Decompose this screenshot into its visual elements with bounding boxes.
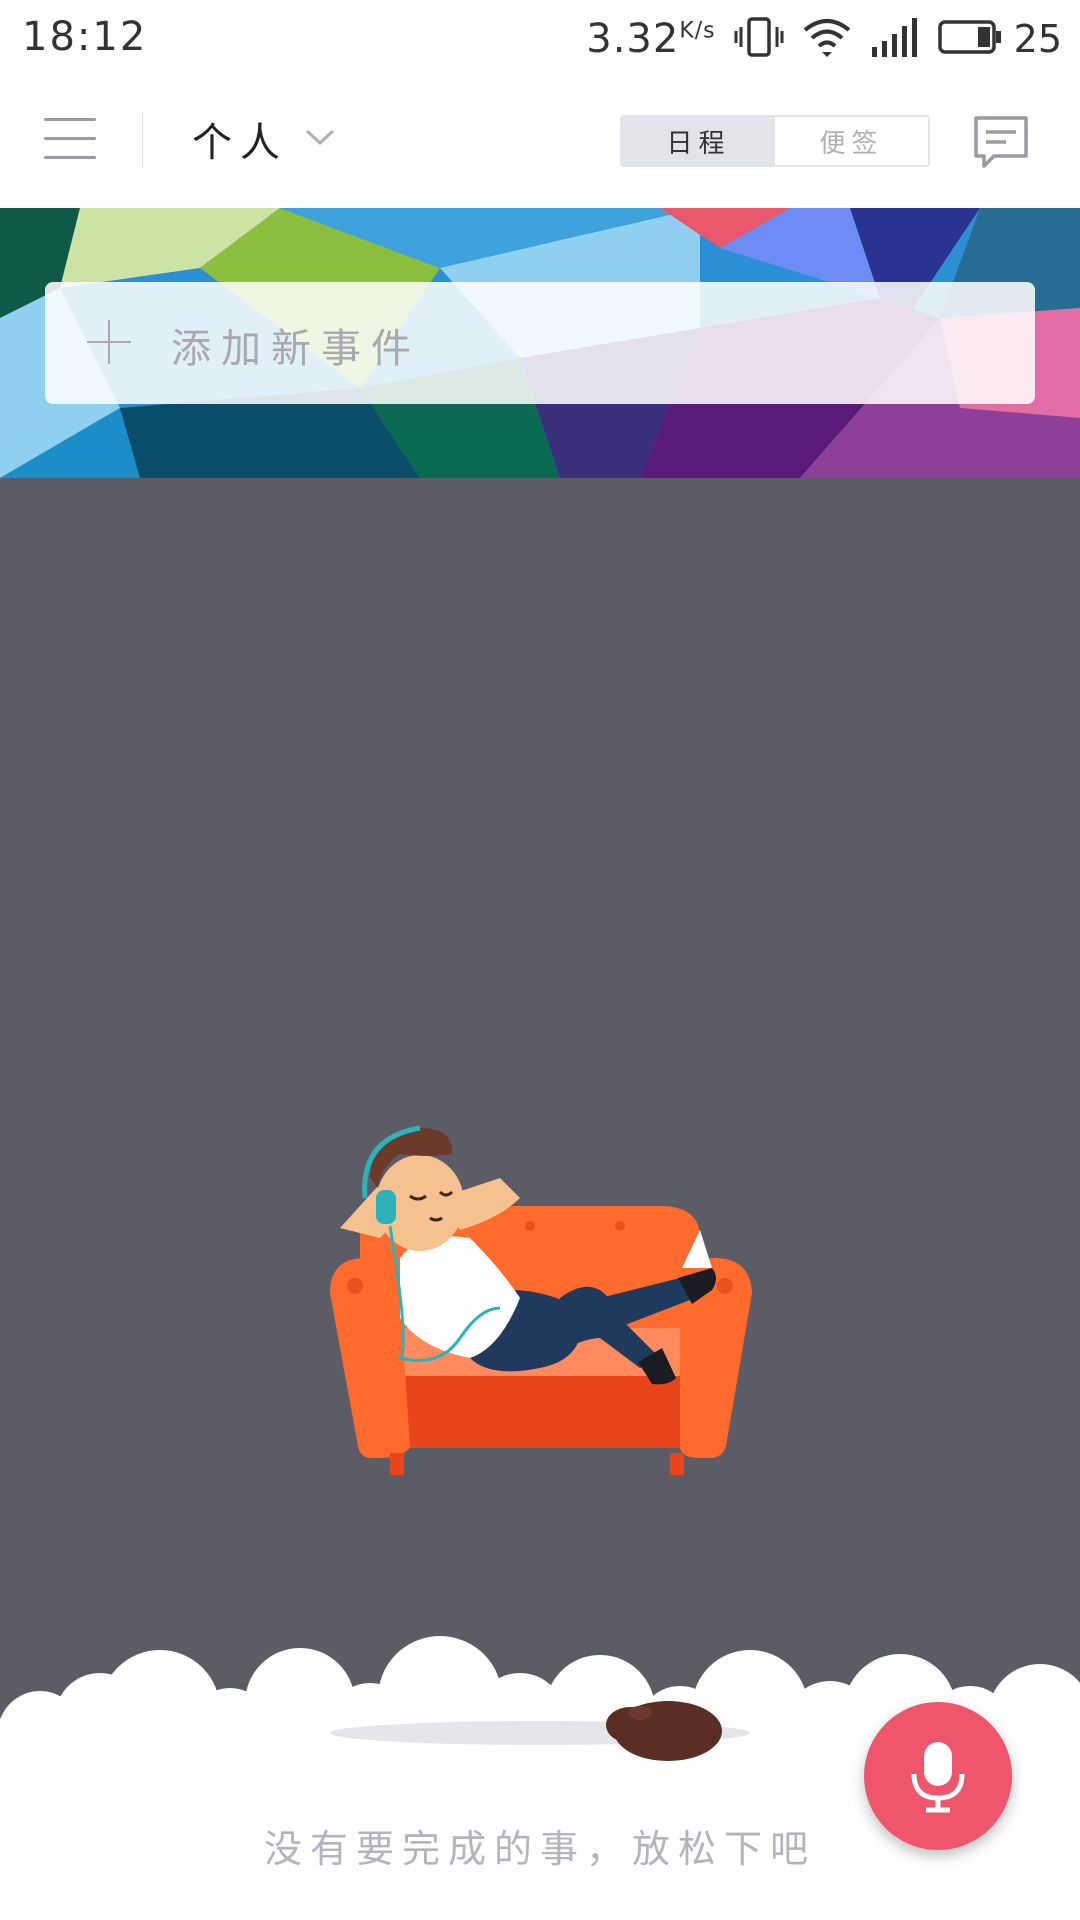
battery-level: 25 <box>1013 17 1062 61</box>
battery-icon <box>937 20 1002 58</box>
menu-icon-bar <box>44 137 96 140</box>
header-banner: 添加新事件 <box>0 208 1080 478</box>
add-event-placeholder: 添加新事件 <box>171 326 421 372</box>
messages-button[interactable] <box>972 114 1030 170</box>
add-event-input[interactable]: 添加新事件 <box>45 282 1035 404</box>
menu-icon <box>44 118 96 121</box>
message-icon <box>974 116 1028 168</box>
network-speed-value: 3.32 <box>586 16 680 62</box>
status-bar: 18:12 3.32K/s 25 <box>0 0 1080 78</box>
chevron-down-icon <box>304 127 336 151</box>
wifi-icon <box>802 16 852 62</box>
vibrate-icon <box>734 15 784 63</box>
app-toolbar: 个人 日程 便签 <box>0 78 1080 208</box>
account-label: 个人 <box>192 120 288 166</box>
voice-input-button[interactable] <box>864 1702 1012 1850</box>
status-time: 18:12 <box>22 14 148 60</box>
cellular-signal-icon <box>870 17 920 61</box>
tab-schedule[interactable]: 日程 <box>622 117 775 165</box>
view-switcher: 日程 便签 <box>620 115 930 167</box>
account-selector[interactable]: 个人 <box>192 106 336 172</box>
toolbar-divider <box>142 112 143 168</box>
menu-icon-bar <box>44 156 96 159</box>
network-speed: 3.32K/s <box>586 16 715 62</box>
menu-button[interactable] <box>44 116 98 162</box>
network-speed-unit: K/s <box>679 18 716 44</box>
tab-notes[interactable]: 便签 <box>775 117 928 165</box>
microphone-icon <box>911 1742 965 1813</box>
status-indicators: 3.32K/s 25 <box>586 10 1062 68</box>
plus-icon <box>87 320 131 364</box>
